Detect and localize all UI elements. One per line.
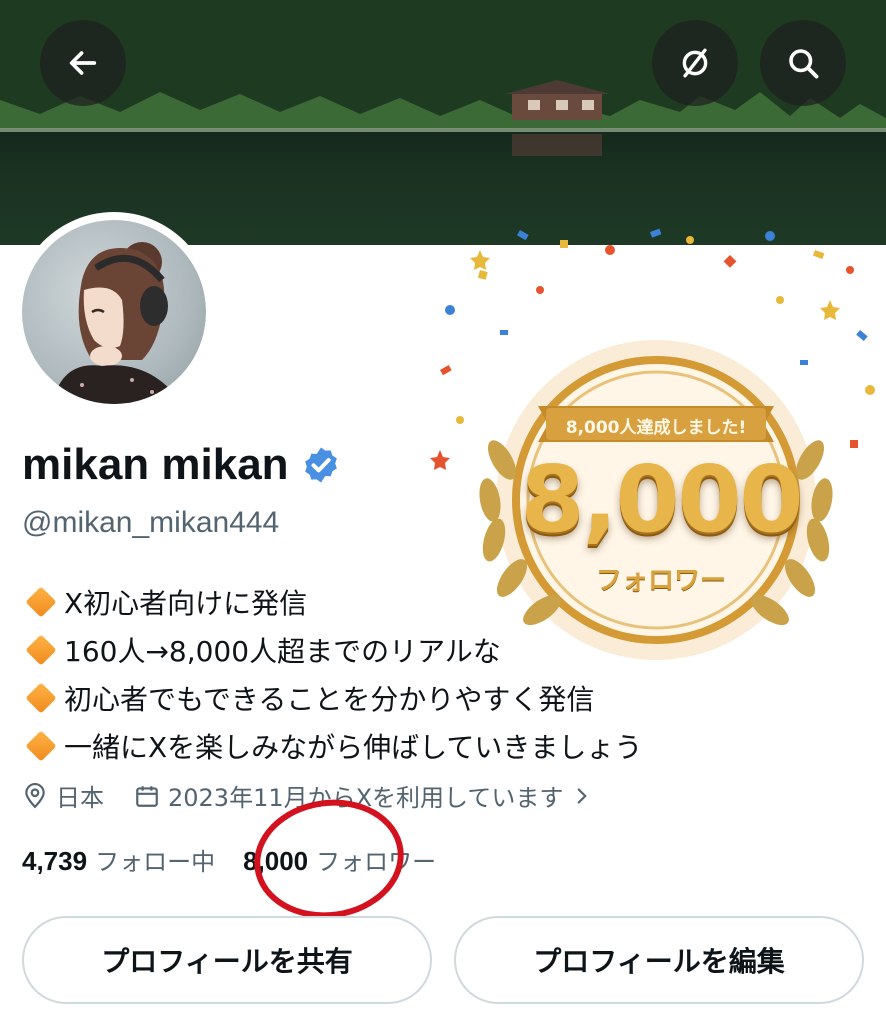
bio-line: X初心者向けに発信 [22, 578, 642, 626]
following-count[interactable]: 4,739 [22, 846, 87, 877]
calendar-icon [136, 785, 158, 807]
badge-ribbon-text: 8,000人達成しました! [565, 418, 747, 438]
back-button[interactable] [40, 20, 126, 106]
orange-diamond-icon [25, 586, 57, 618]
bio-line: 一緒にXを楽しみながら伸ばしていきましょう [22, 722, 642, 770]
bio: X初心者向けに発信 160人→8,000人超までのリアルな 初心者でもできること… [22, 578, 642, 770]
edit-profile-button[interactable]: プロフィールを編集 [454, 916, 864, 1004]
share-profile-button[interactable]: プロフィールを共有 [22, 916, 432, 1004]
display-name-row: mikan mikan [22, 440, 341, 490]
arrow-left-icon [69, 51, 97, 75]
badge-big-number: 8,000 [520, 446, 803, 553]
orange-diamond-icon [25, 730, 57, 762]
orange-diamond-icon [25, 682, 57, 714]
avatar[interactable] [14, 212, 214, 412]
location-pin-icon [25, 782, 45, 808]
bio-line-text: X初心者向けに発信 [64, 587, 308, 620]
slash-circle-icon [682, 48, 708, 78]
user-handle: @mikan_mikan444 [22, 506, 280, 539]
bio-line-text: 初心者でもできることを分かりやすく発信 [64, 683, 595, 716]
bio-line-text: 160人→8,000人超までのリアルな [64, 635, 501, 668]
profile-banner [0, 0, 886, 245]
search-icon [789, 49, 819, 79]
chevron-right-icon[interactable] [569, 783, 595, 809]
banner-landscape [0, 0, 886, 245]
grok-button[interactable] [652, 20, 738, 106]
bio-line-text: 一緒にXを楽しみながら伸ばしていきましょう [64, 731, 643, 764]
verified-badge-icon[interactable] [301, 445, 341, 485]
orange-diamond-icon [25, 634, 57, 666]
following-label[interactable]: フォロー中 [95, 842, 215, 877]
display-name: mikan mikan [22, 440, 289, 489]
location-text: 日本 [56, 784, 104, 812]
bio-line: 初心者でもできることを分かりやすく発信 [22, 674, 642, 722]
avatar-illustration [52, 242, 182, 404]
search-button[interactable] [760, 20, 846, 106]
bio-line: 160人→8,000人超までのリアルな [22, 626, 642, 674]
